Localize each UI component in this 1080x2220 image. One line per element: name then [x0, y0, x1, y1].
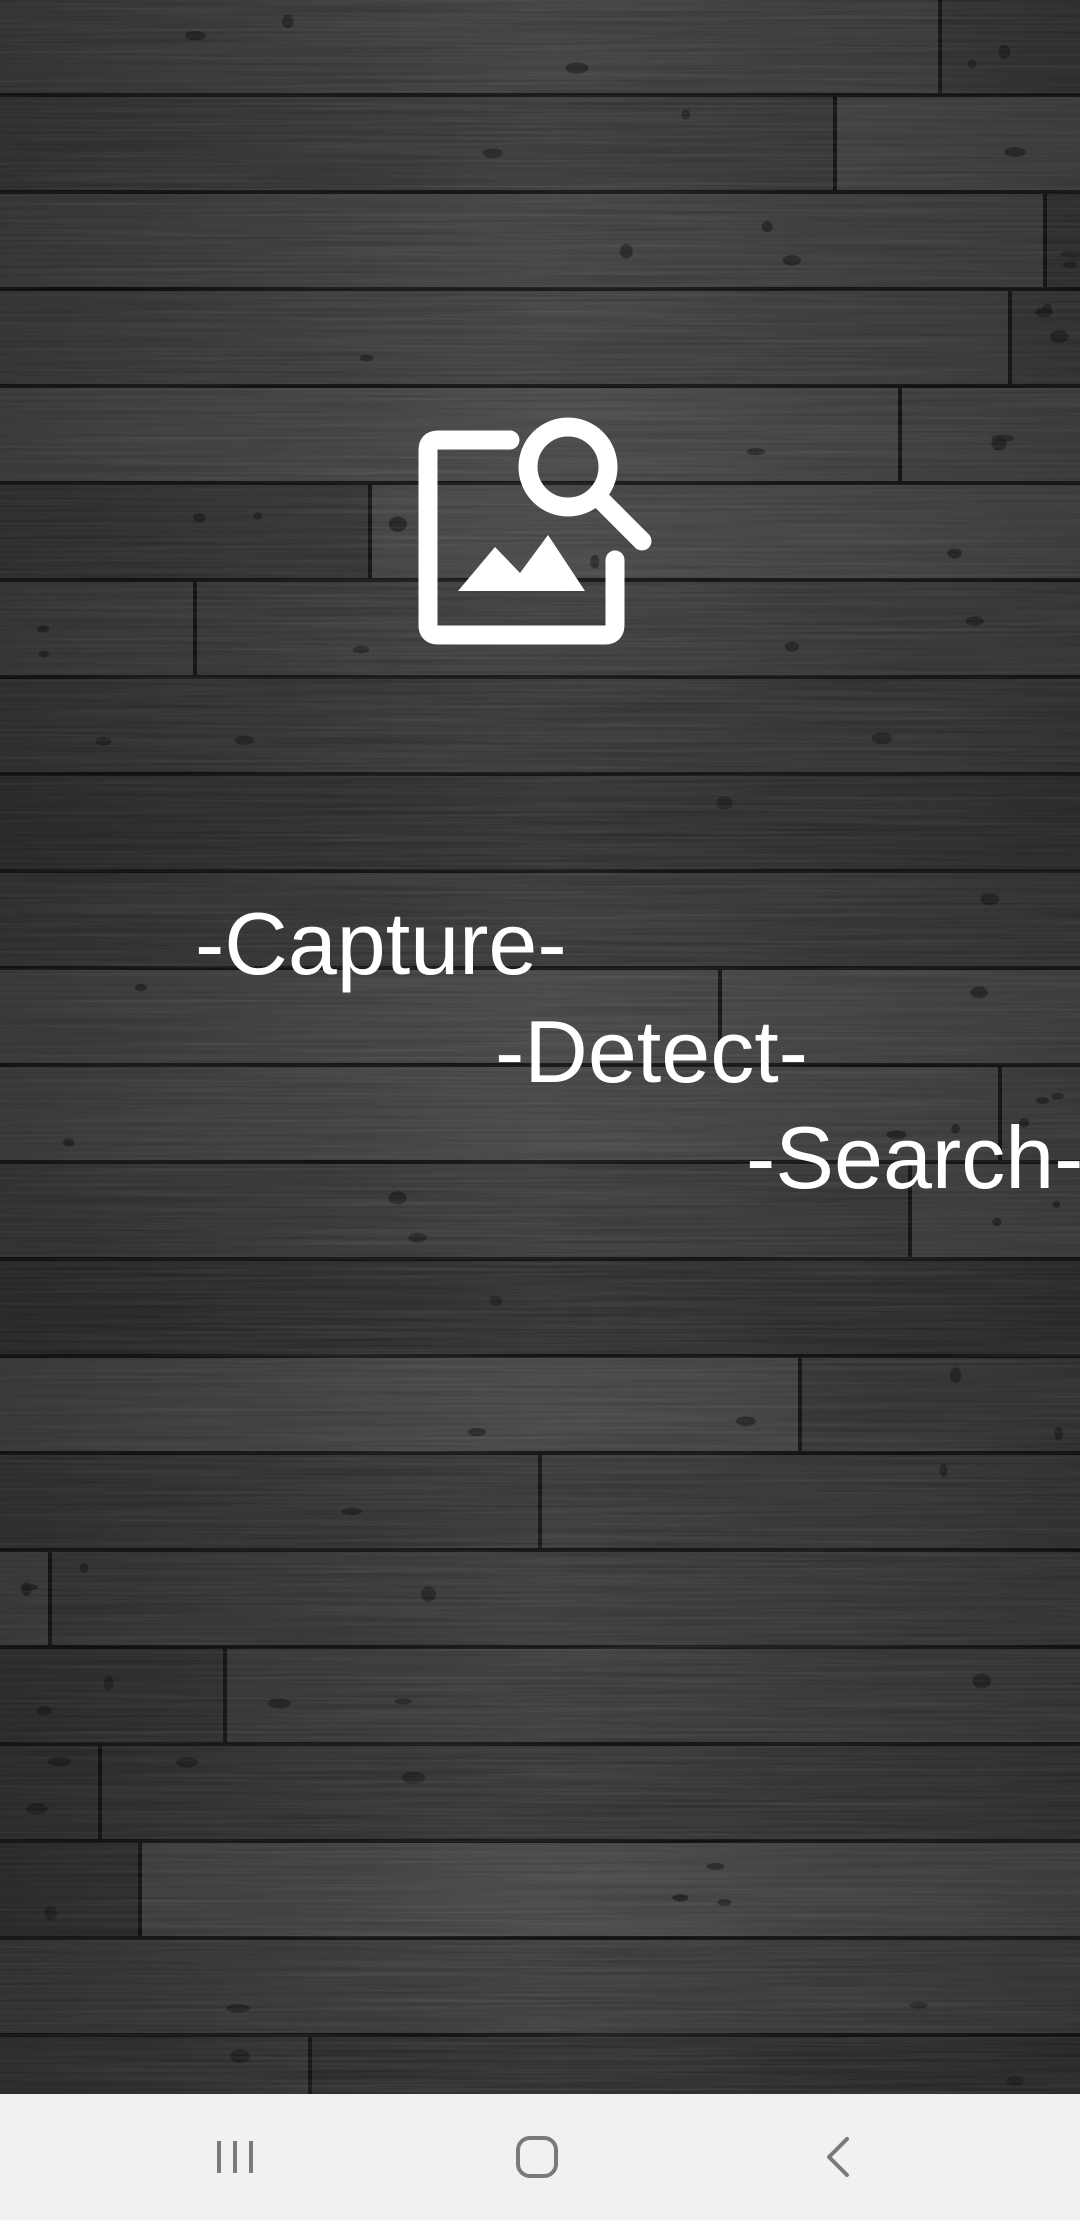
home-icon	[516, 2136, 558, 2178]
tagline-search: -Search-	[746, 1108, 1080, 1207]
splash-screen: -Capture- -Detect- -Search-	[0, 0, 1080, 2220]
tagline-capture: -Capture-	[195, 894, 567, 993]
recents-button[interactable]	[175, 2112, 295, 2202]
image-search-icon	[418, 417, 652, 645]
tagline-detect: -Detect-	[495, 1002, 808, 1101]
back-icon	[827, 2137, 849, 2177]
back-button[interactable]	[779, 2112, 899, 2202]
recents-icon	[217, 2141, 253, 2173]
home-button[interactable]	[477, 2112, 597, 2202]
system-navigation-bar	[0, 2094, 1080, 2220]
